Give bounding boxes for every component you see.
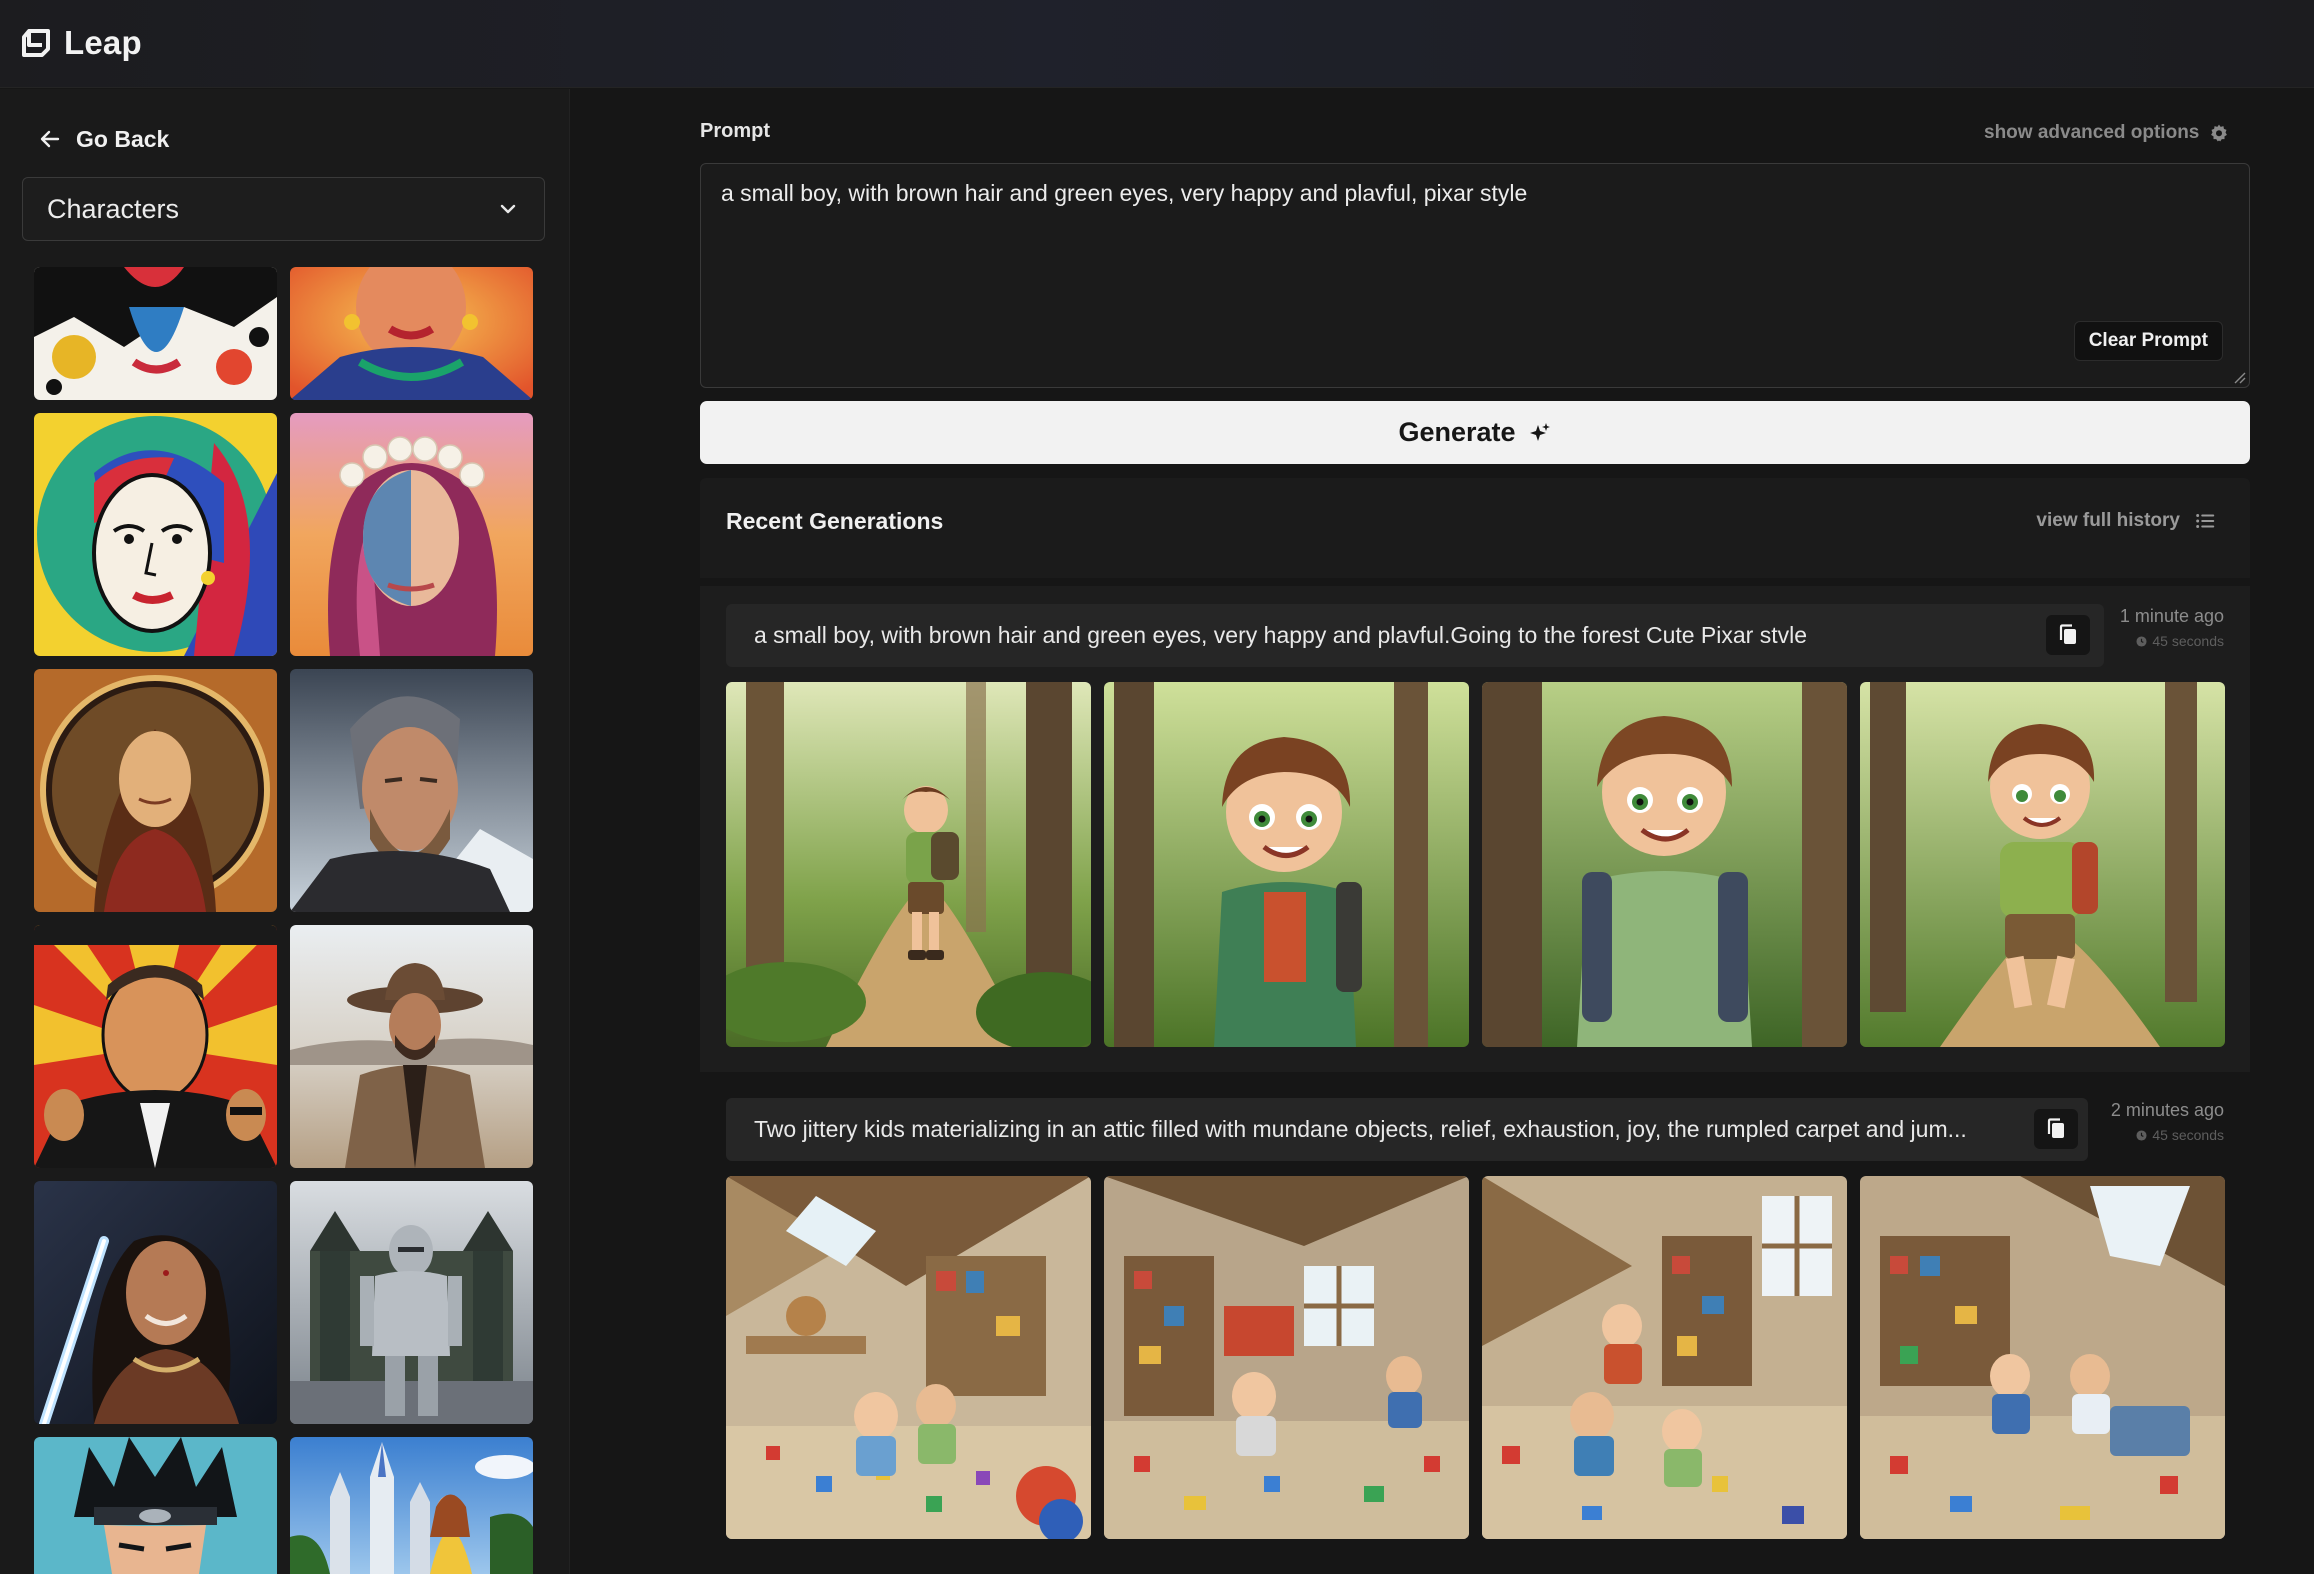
generated-image-boy-running[interactable] <box>1860 682 2225 1047</box>
lightsaber-woman-image <box>34 1181 277 1424</box>
pop-art-woman-image <box>290 267 533 400</box>
generate-label: Generate <box>1398 417 1516 447</box>
renaissance-woman-image <box>34 669 277 912</box>
generation-item: Two jittery kids materializing in an att… <box>700 1080 2250 1574</box>
show-advanced-options-button[interactable]: show advanced options <box>1984 119 2229 147</box>
template-tile-retro-spy-poster[interactable] <box>34 925 277 1168</box>
generated-image-boy-closeup[interactable] <box>1482 682 1847 1047</box>
princess-castle-image <box>290 1437 533 1574</box>
template-tile-cowboy[interactable] <box>290 925 533 1168</box>
anime-ninja-image <box>34 1437 277 1574</box>
generation-duration-text: 45 seconds <box>2152 1127 2224 1143</box>
advanced-options-label: show advanced options <box>1984 122 2200 143</box>
boy-smiling-forest-image <box>1104 682 1469 1047</box>
go-back-button[interactable]: Go Back <box>38 121 169 157</box>
cubist-woman-image <box>34 413 277 656</box>
copy-icon <box>2059 624 2076 644</box>
boy-walking-forest-image <box>726 682 1091 1047</box>
category-selected-value: Characters <box>47 193 180 224</box>
app-name: Leap <box>64 24 142 61</box>
generated-image-boy-walking[interactable] <box>726 682 1091 1047</box>
generated-image-attic-2[interactable] <box>1104 1176 1469 1539</box>
copy-prompt-button[interactable] <box>2034 1109 2078 1149</box>
kids-in-attic-1-image <box>726 1176 1091 1539</box>
viking-man-image <box>290 669 533 912</box>
copy-icon <box>2047 1118 2064 1138</box>
generation-time: 1 minute ago <box>2119 606 2224 626</box>
generation-prompt-bar: Two jittery kids materializing in an att… <box>726 1098 2088 1161</box>
top-bar: Leap <box>0 0 2314 88</box>
template-tile-anime-ninja[interactable] <box>34 1437 277 1574</box>
template-tile-princess-castle[interactable] <box>290 1437 533 1574</box>
sidebar: Go Back Characters <box>0 89 570 1574</box>
template-tile-viking-man[interactable] <box>290 669 533 912</box>
prompt-textarea[interactable]: a small boy, with brown hair and green e… <box>700 163 2250 388</box>
generation-meta: 1 minute ago 45 seconds <box>2120 606 2224 649</box>
chevron-down-icon <box>500 204 516 214</box>
clear-prompt-button[interactable]: Clear Prompt <box>2073 321 2223 361</box>
knight-image <box>290 1181 533 1424</box>
retro-spy-poster-image <box>34 925 277 1168</box>
go-back-label: Go Back <box>76 125 170 152</box>
generated-image-boy-smiling[interactable] <box>1104 682 1469 1047</box>
arrow-left-icon <box>40 130 60 148</box>
kids-in-attic-3-image <box>1482 1176 1847 1539</box>
generation-duration: 45 seconds <box>2120 633 2224 649</box>
generation-time: 2 minutes ago <box>2110 1100 2224 1120</box>
prompt-label: Prompt <box>700 120 770 142</box>
template-tile-pop-art-woman[interactable] <box>290 267 533 400</box>
pop-art-splash-image <box>34 267 277 400</box>
kids-in-attic-4-image <box>1860 1176 2225 1539</box>
kids-in-attic-2-image <box>1104 1176 1469 1539</box>
boy-running-forest-image <box>1860 682 2225 1047</box>
template-tile-lightsaber-woman[interactable] <box>34 1181 277 1424</box>
clock-icon <box>2136 1129 2147 1141</box>
resize-handle-icon[interactable] <box>2232 370 2246 384</box>
generated-image-attic-4[interactable] <box>1860 1176 2225 1539</box>
clock-icon <box>2136 635 2147 647</box>
copy-prompt-button[interactable] <box>2046 615 2090 655</box>
recent-generations-header: Recent Generations view full history <box>700 478 2250 578</box>
generated-image-attic-3[interactable] <box>1482 1176 1847 1539</box>
prompt-text-value: a small boy, with brown hair and green e… <box>721 180 1528 206</box>
template-tile-renaissance-woman[interactable] <box>34 669 277 912</box>
template-tile-cubist-woman[interactable] <box>34 413 277 656</box>
brand-logo[interactable]: Leap <box>20 22 142 64</box>
leap-logo-icon <box>22 29 50 57</box>
list-icon <box>2196 514 2215 528</box>
boy-closeup-forest-image <box>1482 682 1847 1047</box>
generation-duration: 45 seconds <box>2111 1127 2224 1143</box>
template-tile-knight[interactable] <box>290 1181 533 1424</box>
generation-duration-text: 45 seconds <box>2152 633 2224 649</box>
sparkles-icon <box>1529 422 1550 441</box>
generate-button[interactable]: Generate <box>700 401 2250 464</box>
generation-prompt-text: a small boy, with brown hair and green e… <box>754 622 1808 648</box>
template-tile-pop-art-splash[interactable] <box>34 267 277 400</box>
category-select[interactable]: Characters <box>22 177 545 241</box>
recent-generations-title: Recent Generations <box>726 508 944 534</box>
generated-image-attic-1[interactable] <box>726 1176 1091 1539</box>
gear-icon <box>2211 124 2228 142</box>
generation-prompt-text: Two jittery kids materializing in an att… <box>754 1116 1967 1142</box>
view-history-label: view full history <box>2036 510 2180 531</box>
flower-crown-woman-image <box>290 413 533 656</box>
cowboy-image <box>290 925 533 1168</box>
template-tile-flower-crown-woman[interactable] <box>290 413 533 656</box>
generation-prompt-bar: a small boy, with brown hair and green e… <box>726 604 2104 667</box>
generation-meta: 2 minutes ago 45 seconds <box>2111 1100 2224 1143</box>
view-full-history-button[interactable]: view full history <box>2036 510 2216 532</box>
generation-item: a small boy, with brown hair and green e… <box>700 586 2250 1072</box>
